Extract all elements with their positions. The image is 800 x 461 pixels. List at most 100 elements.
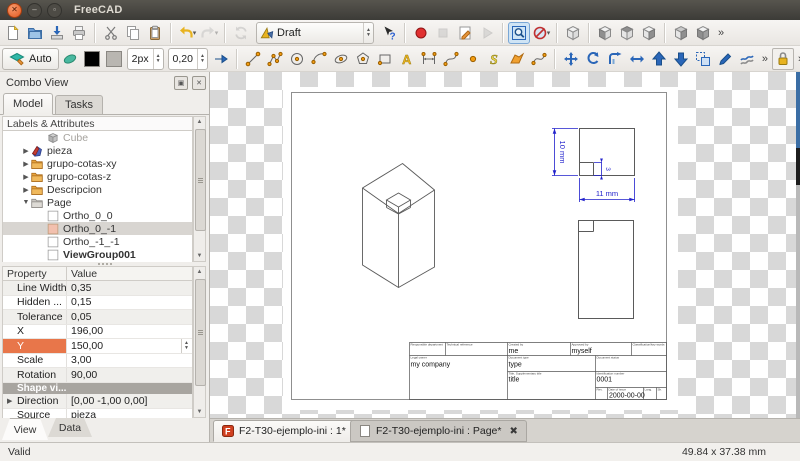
property-row-hidden-[interactable]: Hidden ...0,15	[3, 296, 192, 311]
tab-model[interactable]: Model	[3, 93, 53, 115]
panel-close-button[interactable]: ✕	[192, 76, 206, 90]
window-minimize-button[interactable]: –	[27, 3, 42, 18]
line-width-spinbox[interactable]: 2px▲▼	[127, 48, 164, 70]
property-row-rotation[interactable]: Rotation90,00	[3, 368, 192, 383]
copy-button[interactable]	[122, 22, 144, 44]
macro-play-button[interactable]	[476, 22, 498, 44]
top-view-button[interactable]	[616, 22, 638, 44]
draft-move-button[interactable]	[560, 48, 582, 70]
draft-dimension-button[interactable]	[418, 48, 440, 70]
window-close-button[interactable]: ✕	[7, 3, 22, 18]
drawing-viewport[interactable]: 10 mm 3 11 mm Responsible department Tec…	[210, 72, 800, 418]
scroll-down-icon[interactable]: ▼	[194, 407, 205, 417]
tree-scrollbar-thumb[interactable]	[195, 129, 206, 231]
draft-polygon-button[interactable]	[352, 48, 374, 70]
draft-facebinder-button[interactable]	[506, 48, 528, 70]
draft-wire-button[interactable]	[264, 48, 286, 70]
draft-trimex-button[interactable]	[626, 48, 648, 70]
undo-button[interactable]: ▾	[176, 22, 198, 44]
tree-expander-icon[interactable]: ▶	[21, 160, 31, 168]
value-spinner[interactable]: ▲▼	[181, 339, 191, 353]
open-button[interactable]	[24, 22, 46, 44]
tree-item-grupo-cotas-z[interactable]: ▶grupo-cotas-z	[3, 170, 192, 183]
draft-text-button[interactable]	[396, 48, 418, 70]
property-row-tolerance[interactable]: Tolerance0,05	[3, 310, 192, 325]
cut-button[interactable]	[100, 22, 122, 44]
new-document-button[interactable]	[2, 22, 24, 44]
property-value[interactable]: 90,00	[67, 368, 192, 382]
viewport-scrollbar[interactable]	[796, 72, 800, 418]
tree-item-cube[interactable]: Cube	[3, 131, 192, 144]
scroll-up-icon[interactable]: ▲	[194, 267, 205, 277]
scroll-up-icon[interactable]: ▲	[194, 117, 205, 127]
scroll-down-icon[interactable]: ▼	[194, 251, 205, 261]
property-value[interactable]: [0,00 -1,00 0,00]	[67, 394, 192, 408]
draft-upgrade-button[interactable]	[648, 48, 670, 70]
apply-style-button[interactable]	[210, 48, 232, 70]
property-row-x[interactable]: X196,00	[3, 325, 192, 340]
panel-float-button[interactable]: ▣	[174, 76, 188, 90]
property-value[interactable]: 150,00▲▼	[67, 339, 192, 353]
tree-item-page[interactable]: ▼Page	[3, 196, 192, 209]
tab-tasks[interactable]: Tasks	[55, 95, 103, 115]
bottom-view-button[interactable]	[692, 22, 714, 44]
property-row-source[interactable]: Sourcepieza	[3, 409, 192, 419]
tree-item-ortho_-1_-1[interactable]: Ortho_-1_-1	[3, 235, 192, 248]
workbench-selector[interactable]: Draft▲▼	[256, 22, 374, 44]
right-view-button[interactable]	[638, 22, 660, 44]
text-scale-spinbox[interactable]: 0,20▲▼	[168, 48, 208, 70]
line-color-swatch[interactable]	[81, 48, 103, 70]
property-value[interactable]: 3,00	[67, 354, 192, 368]
draft-circle-button[interactable]	[286, 48, 308, 70]
draft-toolbar-overflow-button[interactable]: »	[762, 53, 768, 65]
draft-scale-button[interactable]	[692, 48, 714, 70]
macro-edit-button[interactable]	[454, 22, 476, 44]
zoom-box-button[interactable]	[508, 22, 530, 44]
draft-arc-button[interactable]	[308, 48, 330, 70]
draft-edit-button[interactable]	[714, 48, 736, 70]
mdi-tab-page-view[interactable]: F2-T30-ejemplo-ini : Page* ✖	[350, 420, 527, 442]
paste-button[interactable]	[144, 22, 166, 44]
tree-item-grupo-cotas-xy[interactable]: ▶grupo-cotas-xy	[3, 157, 192, 170]
draft-rectangle-button[interactable]	[374, 48, 396, 70]
tree-item-pieza[interactable]: ▶pieza	[3, 144, 192, 157]
front-view-button[interactable]	[594, 22, 616, 44]
tree-item-ortho_0_-1[interactable]: Ortho_0_-1	[3, 222, 192, 235]
refresh-button[interactable]	[230, 22, 252, 44]
axonometric-view-button[interactable]	[562, 22, 584, 44]
draft-offset-button[interactable]	[604, 48, 626, 70]
property-value[interactable]: 0,05	[67, 310, 192, 324]
tab-close-icon[interactable]: ✖	[509, 426, 517, 437]
draft-downgrade-button[interactable]	[670, 48, 692, 70]
tree-expander-icon[interactable]: ▶	[21, 147, 31, 155]
draft-shapestring-button[interactable]	[484, 48, 506, 70]
draft-bspline-button[interactable]	[440, 48, 462, 70]
tab-data[interactable]: Data	[48, 418, 92, 437]
face-color-swatch[interactable]	[103, 48, 125, 70]
tree-scrollbar[interactable]: ▲ ▼	[193, 116, 206, 262]
rear-view-button[interactable]	[670, 22, 692, 44]
property-value[interactable]: 0,15	[67, 296, 192, 310]
toolbar-overflow-button[interactable]: »	[718, 27, 724, 39]
property-row-direction[interactable]: ▶Direction[0,00 -1,00 0,00]	[3, 394, 192, 409]
draft-line-button[interactable]	[242, 48, 264, 70]
property-value[interactable]: pieza	[67, 409, 192, 419]
tree-expander-icon[interactable]: ▶	[21, 173, 31, 181]
draft-bezcurve-button[interactable]	[528, 48, 550, 70]
property-expander-icon[interactable]: ▶	[7, 397, 17, 405]
property-row-y[interactable]: Y150,00▲▼	[3, 339, 192, 354]
draft-style-button[interactable]	[59, 48, 81, 70]
property-value[interactable]: 0,35	[67, 281, 192, 295]
tab-view[interactable]: View	[2, 418, 48, 440]
print-button[interactable]	[68, 22, 90, 44]
redo-button[interactable]: ▾	[198, 22, 220, 44]
property-group-header[interactable]: Shape vi...	[3, 383, 192, 395]
snap-lock-button[interactable]	[772, 48, 794, 70]
draft-join-button[interactable]	[736, 48, 758, 70]
tree-expander-icon[interactable]: ▼	[21, 199, 31, 206]
tree-item-ortho_0_0[interactable]: Ortho_0_0	[3, 209, 192, 222]
property-scrollbar[interactable]: ▲ ▼	[193, 266, 206, 418]
draft-rotate-button[interactable]	[582, 48, 604, 70]
window-maximize-button[interactable]: ▫	[47, 3, 62, 18]
draft-point-button[interactable]	[462, 48, 484, 70]
